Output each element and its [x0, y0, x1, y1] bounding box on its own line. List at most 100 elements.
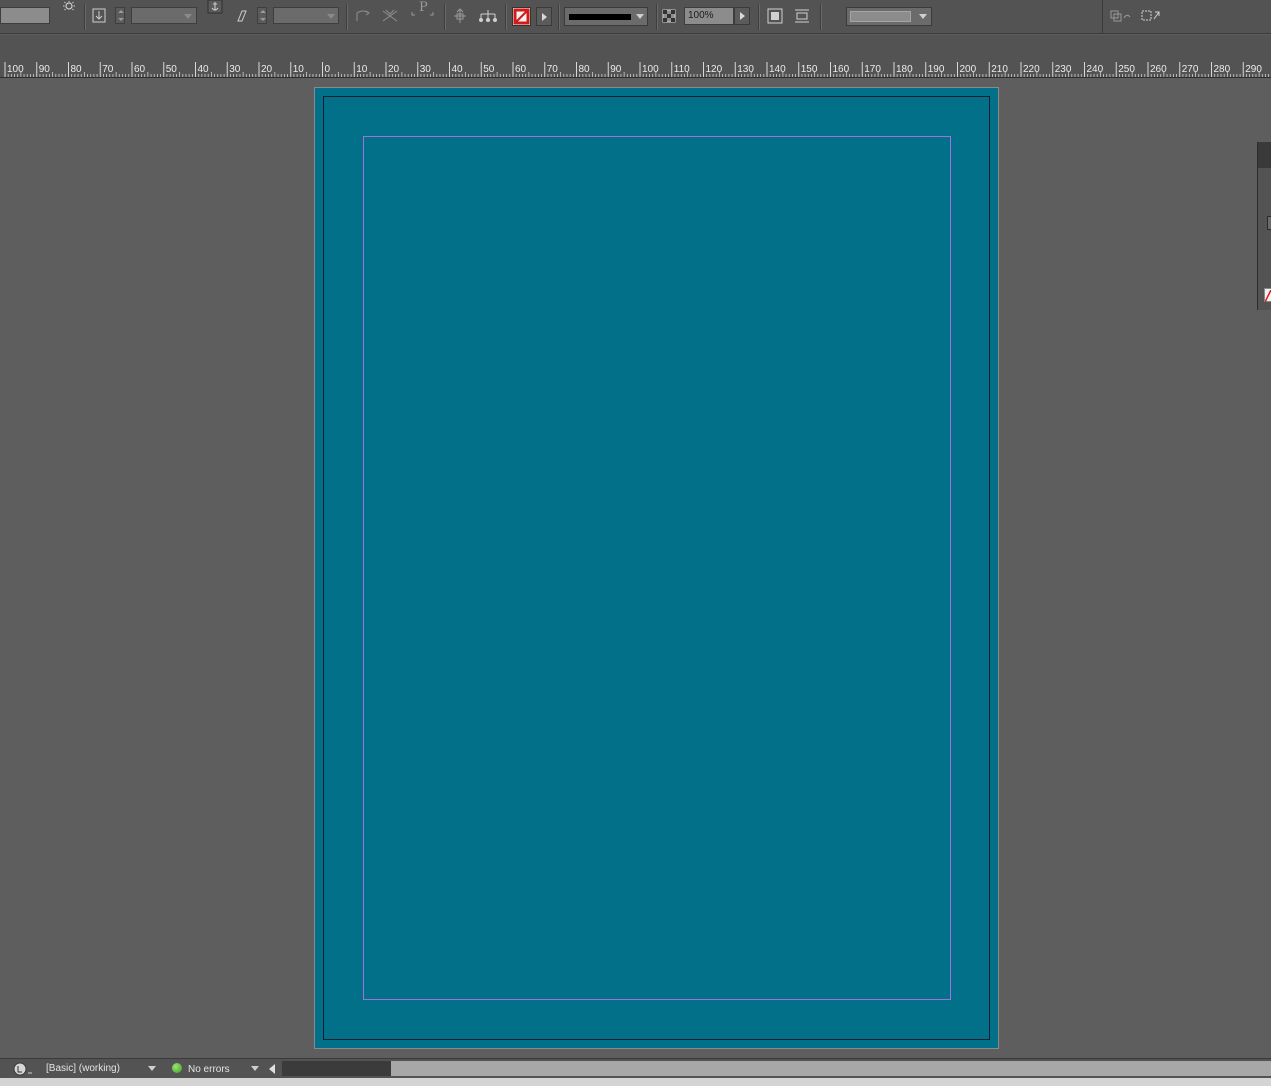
text-wrap-icon[interactable]	[766, 8, 784, 26]
stroke-menu-button[interactable]	[536, 7, 552, 26]
ruler-label: 70	[102, 64, 114, 75]
ruler-label: 100	[7, 64, 24, 75]
ruler-label: 240	[1087, 64, 1104, 75]
select-container-icon[interactable]	[451, 8, 469, 26]
ruler-label: 80	[71, 64, 83, 75]
chevron-down-icon[interactable]	[251, 1066, 259, 1071]
distribute-icon[interactable]	[478, 8, 497, 26]
ruler-label: 250	[1118, 64, 1135, 75]
document-page[interactable]	[314, 87, 999, 1049]
horizontal-ruler[interactable]: 100 90 80 70 60 50 40 30 20 10 0 10 20 30 40 50 60 70 80 90…	[0, 61, 1271, 78]
toolbar-gap	[0, 35, 1271, 61]
object-states-icon[interactable]	[1110, 9, 1132, 28]
object-style-preview	[850, 11, 911, 22]
ruler-label: 10	[293, 64, 305, 75]
ruler-label: 90	[610, 64, 622, 75]
status-ok-icon	[172, 1063, 182, 1073]
separator	[758, 4, 759, 30]
ruler-label: 80	[579, 64, 591, 75]
ruler-label: 40	[198, 64, 210, 75]
baseline-shift-spinner[interactable]	[115, 7, 125, 24]
window-bottom-edge	[0, 1078, 1271, 1086]
ruler-label: 60	[515, 64, 527, 75]
panel-tab[interactable]	[1258, 142, 1271, 168]
ruler-label: 120	[706, 64, 723, 75]
play-arrow-icon	[740, 12, 745, 20]
opacity-menu-button[interactable]	[734, 7, 750, 25]
separator	[505, 4, 506, 30]
ruler-label: 0	[325, 64, 331, 75]
ruler-label: 30	[420, 64, 432, 75]
separator	[820, 4, 821, 30]
play-arrow-icon	[542, 13, 547, 21]
ruler-label: 190	[928, 64, 945, 75]
ruler-label: 130	[737, 64, 754, 75]
margin-guide	[363, 136, 951, 1000]
pasteboard[interactable]	[0, 78, 1271, 1058]
ruler-label: 290	[1245, 64, 1262, 75]
skew-icon	[233, 8, 251, 26]
rotate-icon[interactable]	[354, 8, 372, 26]
ruler-label: 280	[1214, 64, 1231, 75]
preflight-status[interactable]: No errors	[188, 1063, 230, 1077]
stroke-preview	[569, 14, 631, 20]
ruler-label: 210	[991, 64, 1008, 75]
ruler-label: 10	[356, 64, 368, 75]
object-style-dropdown[interactable]	[846, 7, 932, 26]
chevron-down-icon[interactable]	[148, 1066, 156, 1071]
status-bar: [Basic] (working) No errors	[0, 1058, 1271, 1078]
ruler-label: 180	[896, 64, 913, 75]
opacity-field[interactable]: 100%	[684, 7, 734, 25]
chevron-down-icon[interactable]	[327, 14, 335, 19]
scroll-left-icon[interactable]	[269, 1064, 275, 1074]
ruler-label: 160	[833, 64, 850, 75]
baseline-shift-icon	[91, 8, 109, 26]
collapsed-panel[interactable]	[1257, 142, 1271, 310]
ruler-label: 270	[1182, 64, 1199, 75]
ruler-label: 220	[1023, 64, 1040, 75]
separator	[656, 4, 657, 30]
separator	[444, 4, 445, 30]
ruler-label: 20	[388, 64, 400, 75]
stroke-none-icon[interactable]	[512, 7, 531, 26]
ruler-label: 50	[483, 64, 495, 75]
sun-icon[interactable]	[60, 0, 78, 18]
separator	[558, 4, 559, 30]
paragraph-icon[interactable]: P	[411, 0, 437, 18]
ruler-label: 150	[801, 64, 818, 75]
chevron-down-icon	[919, 14, 927, 19]
ruler-label: 170	[864, 64, 881, 75]
panel-widget[interactable]	[1267, 216, 1271, 230]
anchor-icon[interactable]	[206, 0, 224, 18]
ruler-label: 110	[674, 64, 690, 75]
ruler-label: 90	[39, 64, 51, 75]
separator	[346, 4, 347, 30]
skew-spinner[interactable]	[257, 7, 267, 24]
ruler-label: 230	[1055, 64, 1072, 75]
flip-icon[interactable]	[381, 8, 399, 26]
preflight-profile[interactable]: [Basic] (working)	[46, 1062, 120, 1076]
reference-field[interactable]	[0, 7, 50, 24]
separator	[84, 4, 85, 30]
swatch-icon[interactable]	[1264, 288, 1271, 303]
ruler-label: 20	[261, 64, 273, 75]
ruler-label: 70	[547, 64, 559, 75]
control-bar: P 100%	[0, 0, 1271, 34]
svg-text:P: P	[419, 0, 428, 15]
ruler-ticks: 100 90 80 70 60 50 40 30 20 10 0 10 20 30 40 50 60 70 80 90…	[4, 62, 1270, 77]
align-icon[interactable]	[793, 8, 811, 26]
ruler-label: 50	[166, 64, 178, 75]
ruler-label: 100	[642, 64, 659, 75]
scrollbar-thumb[interactable]	[391, 1061, 1271, 1076]
ruler-label: 140	[769, 64, 786, 75]
ruler-label: 260	[1150, 64, 1167, 75]
stroke-type-dropdown[interactable]	[564, 7, 648, 26]
opacity-value: 100%	[688, 10, 714, 21]
chevron-down-icon[interactable]	[184, 14, 192, 19]
ruler-label: 30	[229, 64, 241, 75]
chevron-down-icon	[636, 14, 644, 19]
ruler-label: 60	[134, 64, 146, 75]
convert-shape-icon[interactable]	[1140, 9, 1162, 28]
object-states-panel	[1102, 0, 1167, 34]
ruler-label: 40	[452, 64, 464, 75]
